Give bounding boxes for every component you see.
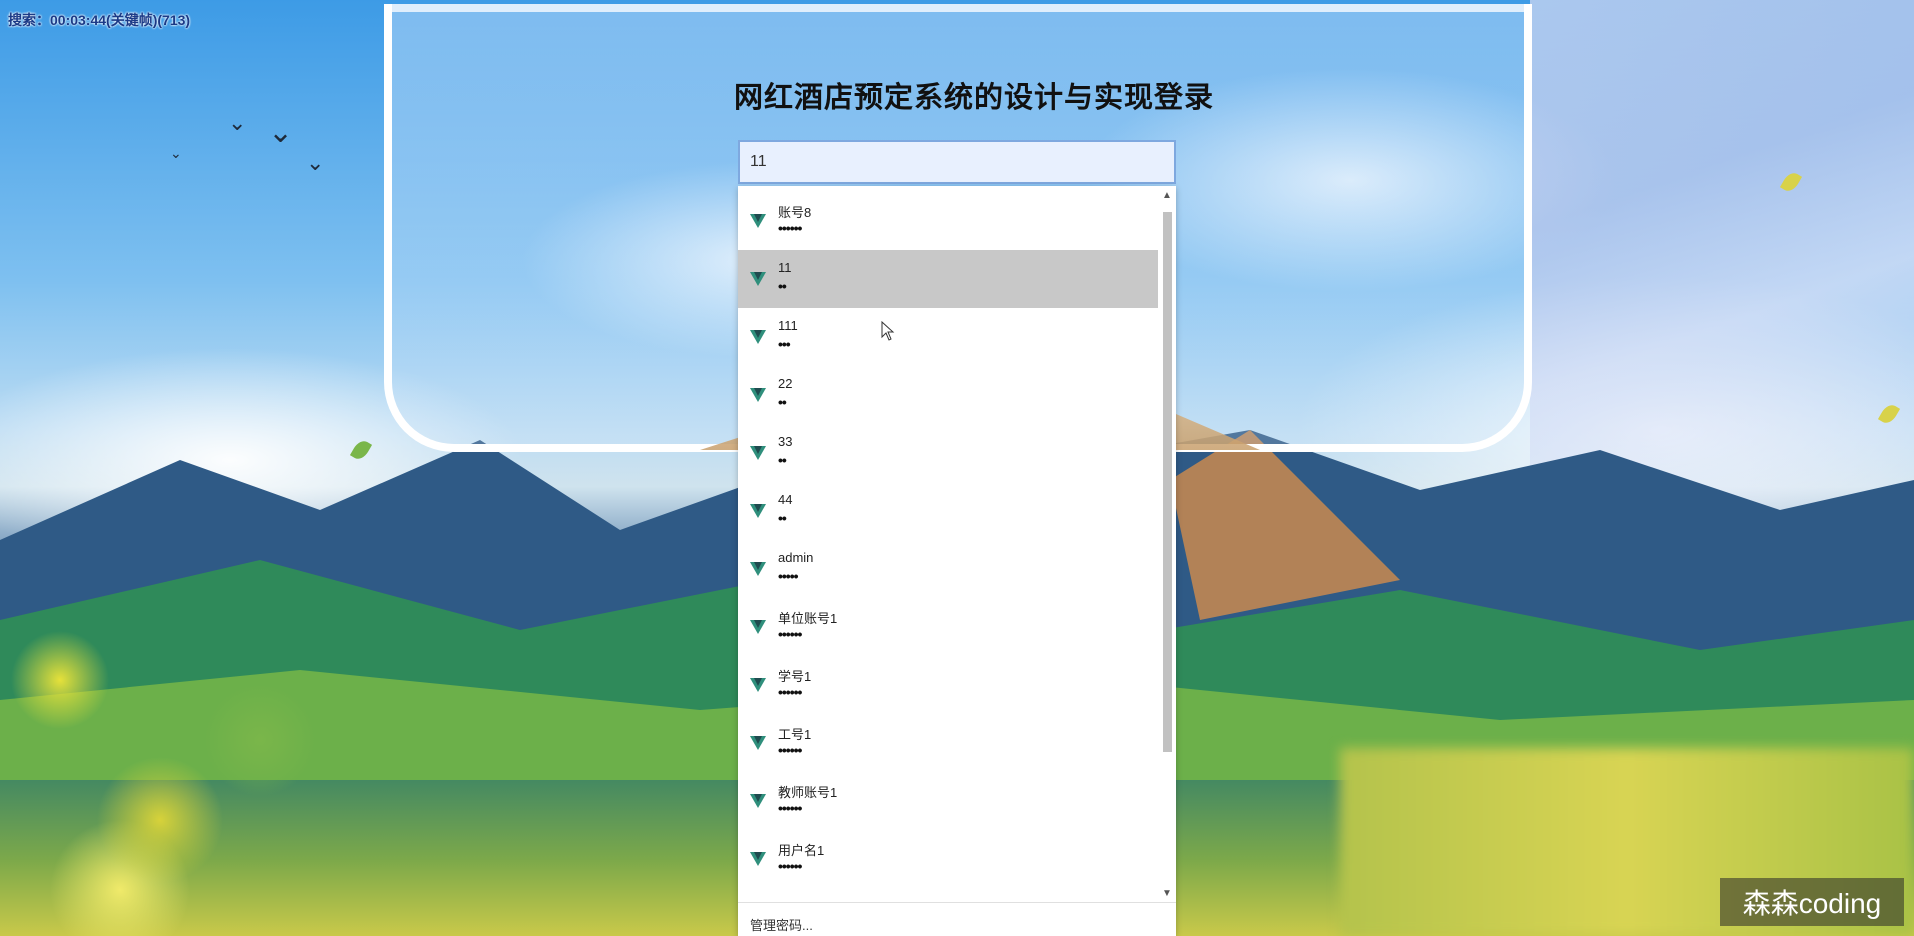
- autocomplete-item[interactable]: 111 •••: [738, 308, 1158, 366]
- page-title: 网红酒店预定系统的设计与实现登录: [734, 82, 1215, 114]
- background-foliage: [0, 560, 360, 936]
- autocomplete-username: 11: [778, 260, 792, 275]
- autocomplete-item[interactable]: 44 ••: [738, 482, 1158, 540]
- autocomplete-item[interactable]: 用户名1 ••••••: [738, 830, 1158, 888]
- autocomplete-password-mask: ••: [778, 510, 787, 526]
- autocomplete-password-mask: ••••••: [778, 742, 802, 758]
- autocomplete-password-mask: ••••••: [778, 684, 802, 700]
- autocomplete-username: 22: [778, 376, 793, 391]
- autocomplete-item[interactable]: 学号1 ••••••: [738, 656, 1158, 714]
- autocomplete-scrollbar[interactable]: ▲ ▼: [1160, 186, 1174, 899]
- autocomplete-username: 111: [778, 318, 798, 333]
- autocomplete-username: 44: [778, 492, 793, 507]
- autocomplete-username: 单位账号1: [778, 611, 838, 626]
- scrollbar-thumb[interactable]: [1163, 212, 1172, 752]
- autocomplete-list: 账号8 •••••• 11 •• 111 ••• 22 •• 33 •• 44 …: [738, 192, 1158, 888]
- scroll-down-arrow-icon[interactable]: ▼: [1160, 886, 1174, 900]
- password-manager-icon: [750, 330, 766, 344]
- channel-watermark: 森森coding: [1720, 878, 1904, 926]
- manage-passwords-link[interactable]: 管理密码...: [750, 915, 813, 934]
- autocomplete-username: 工号1: [778, 727, 812, 742]
- autocomplete-username: 33: [778, 434, 793, 449]
- autocomplete-item[interactable]: 教师账号1 ••••••: [738, 772, 1158, 830]
- scroll-up-arrow-icon[interactable]: ▲: [1160, 188, 1174, 202]
- autocomplete-item[interactable]: 22 ••: [738, 366, 1158, 424]
- autocomplete-username: 学号1: [778, 669, 812, 684]
- bird-icon: ⌄: [228, 110, 247, 135]
- password-manager-icon: [750, 214, 766, 228]
- autocomplete-password-mask: •••••: [778, 568, 798, 584]
- autocomplete-item[interactable]: 账号8 ••••••: [738, 192, 1158, 250]
- password-manager-icon: [750, 388, 766, 402]
- autocomplete-item[interactable]: 工号1 ••••••: [738, 714, 1158, 772]
- autocomplete-item[interactable]: 单位账号1 ••••••: [738, 598, 1158, 656]
- bird-icon: ⌄: [170, 145, 182, 161]
- password-manager-icon: [750, 272, 766, 286]
- autocomplete-password-mask: ••: [778, 452, 787, 468]
- autocomplete-password-mask: ••: [778, 394, 787, 410]
- password-manager-icon: [750, 736, 766, 750]
- autocomplete-username: 账号8: [778, 205, 812, 220]
- autocomplete-footer: 管理密码...: [738, 902, 1176, 936]
- bird-icon: ⌄: [268, 116, 294, 149]
- autocomplete-password-mask: •••: [778, 336, 791, 352]
- username-input[interactable]: [738, 140, 1176, 184]
- autocomplete-password-mask: ••••••: [778, 800, 802, 816]
- password-manager-icon: [750, 446, 766, 460]
- autocomplete-dropdown: 账号8 •••••• 11 •• 111 ••• 22 •• 33 •• 44 …: [738, 186, 1176, 936]
- autocomplete-username: 教师账号1: [778, 785, 838, 800]
- autocomplete-password-mask: ••••••: [778, 220, 802, 236]
- autocomplete-password-mask: ••••••: [778, 858, 802, 874]
- autocomplete-username: 用户名1: [778, 843, 825, 858]
- password-manager-icon: [750, 504, 766, 518]
- password-manager-icon: [750, 678, 766, 692]
- password-manager-icon: [750, 562, 766, 576]
- password-manager-icon: [750, 620, 766, 634]
- autocomplete-item[interactable]: 33 ••: [738, 424, 1158, 482]
- password-manager-icon: [750, 794, 766, 808]
- autocomplete-item[interactable]: admin •••••: [738, 540, 1158, 598]
- autocomplete-item-selected[interactable]: 11 ••: [738, 250, 1158, 308]
- autocomplete-password-mask: ••: [778, 278, 787, 294]
- video-caption: 搜索：00:03:44(关键帧)(713): [8, 12, 191, 28]
- autocomplete-username: admin: [778, 550, 814, 565]
- autocomplete-password-mask: ••••••: [778, 626, 802, 642]
- bird-icon: ⌄: [306, 150, 325, 175]
- password-manager-icon: [750, 852, 766, 866]
